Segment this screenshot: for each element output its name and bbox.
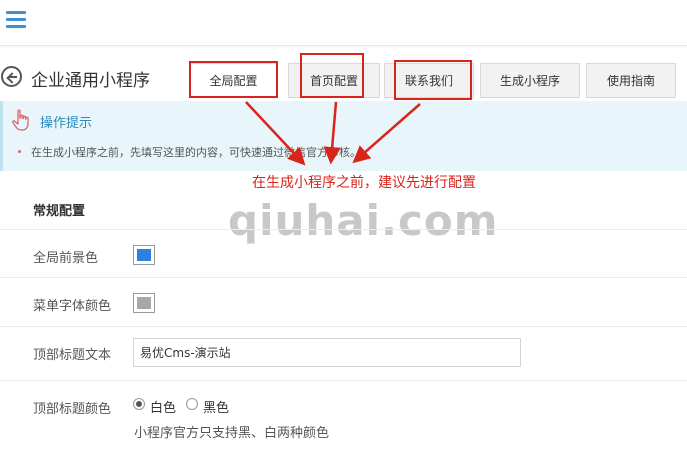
global-fg-color-picker[interactable] bbox=[133, 245, 155, 265]
tips-title: 操作提示 bbox=[40, 116, 93, 131]
tab-contact-us[interactable]: 联系我们 bbox=[384, 63, 474, 98]
tips-bullet bbox=[18, 150, 21, 153]
tab-home-config[interactable]: 首页配置 bbox=[288, 63, 380, 98]
back-circle-icon[interactable] bbox=[1, 66, 22, 87]
form-row-top-title-text: 顶部标题文本 bbox=[0, 327, 687, 381]
tips-text: 在生成小程序之前，先填写这里的内容，可快速通过微信官方审核。 bbox=[31, 146, 361, 159]
global-fg-color-swatch bbox=[137, 249, 151, 261]
top-title-text-label: 顶部标题文本 bbox=[33, 348, 112, 363]
tab-generate-miniprogram[interactable]: 生成小程序 bbox=[480, 63, 580, 98]
top-title-text-input[interactable] bbox=[133, 338, 521, 367]
tips-panel: 操作提示 在生成小程序之前，先填写这里的内容，可快速通过微信官方审核。 bbox=[0, 101, 687, 171]
form-row-global-fg-color: 全局前景色 bbox=[0, 230, 687, 278]
top-bar bbox=[0, 0, 687, 46]
pointing-hand-icon bbox=[12, 109, 29, 131]
top-title-color-help: 小程序官方只支持黑、白两种颜色 bbox=[134, 426, 330, 441]
radio-black-label[interactable]: 黑色 bbox=[203, 397, 229, 416]
form-row-top-title-color: 顶部标题颜色 白色 黑色 小程序官方只支持黑、白两种颜色 bbox=[0, 381, 687, 449]
hamburger-menu-icon[interactable] bbox=[6, 11, 26, 31]
tab-global-config[interactable]: 全局配置 bbox=[189, 63, 278, 98]
global-fg-color-label: 全局前景色 bbox=[33, 251, 99, 266]
form-row-menu-font-color: 菜单字体颜色 bbox=[0, 278, 687, 327]
menu-font-color-picker[interactable] bbox=[133, 293, 155, 313]
radio-white-label[interactable]: 白色 bbox=[150, 397, 176, 416]
radio-white[interactable] bbox=[133, 398, 145, 410]
tab-user-guide[interactable]: 使用指南 bbox=[586, 63, 676, 98]
top-title-color-label: 顶部标题颜色 bbox=[33, 402, 112, 417]
radio-black[interactable] bbox=[186, 398, 198, 410]
menu-font-color-label: 菜单字体颜色 bbox=[33, 299, 112, 314]
page-title: 企业通用小程序 bbox=[31, 71, 150, 91]
section-header: 常规配置 bbox=[0, 188, 687, 230]
section-title: 常规配置 bbox=[33, 204, 86, 219]
menu-font-color-swatch bbox=[137, 297, 151, 309]
